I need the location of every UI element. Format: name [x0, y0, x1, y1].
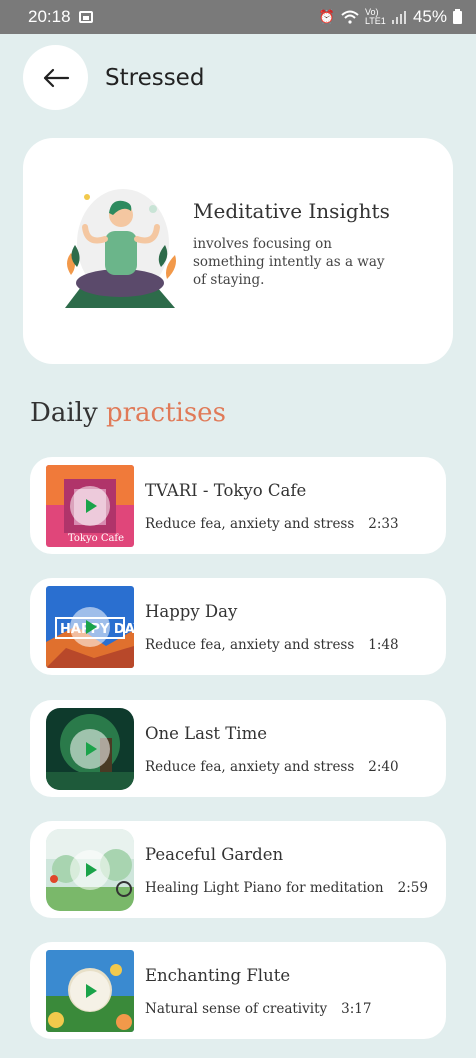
- track-duration: 2:40: [368, 759, 399, 775]
- play-button[interactable]: [70, 850, 110, 890]
- status-time: 20:18: [28, 7, 71, 26]
- track-duration: 3:17: [341, 1001, 372, 1017]
- play-icon: [86, 620, 97, 634]
- track-thumbnail: HAPPY DAY: [46, 586, 134, 668]
- track-meta: Reduce fea, anxiety and stress 2:40: [145, 759, 399, 775]
- track-title: One Last Time: [145, 724, 267, 743]
- battery-percent: 45%: [412, 7, 447, 26]
- arrow-left-icon: [43, 68, 69, 87]
- track-title: Happy Day: [145, 602, 238, 621]
- track-meta: Reduce fea, anxiety and stress 1:48: [145, 637, 399, 653]
- track-thumbnail: [46, 708, 134, 790]
- track-meta: Healing Light Piano for meditation 2:59: [145, 880, 428, 896]
- track-duration: 2:59: [397, 880, 428, 896]
- track-subtitle: Reduce fea, anxiety and stress: [145, 516, 355, 532]
- status-bar: 20:18 ⏰ Vo) LTE1 45%: [0, 0, 476, 34]
- track-card[interactable]: Tokyo Cafe TVARI - Tokyo Cafe Reduce fea…: [30, 457, 446, 554]
- track-meta: Natural sense of creativity 3:17: [145, 1001, 371, 1017]
- track-subtitle: Natural sense of creativity: [145, 1001, 328, 1017]
- insight-card[interactable]: Meditative Insights involves focusing on…: [23, 138, 453, 364]
- header: Stressed: [23, 45, 204, 110]
- track-duration: 2:33: [368, 516, 399, 532]
- play-icon: [86, 984, 97, 998]
- play-icon: [86, 742, 97, 756]
- insight-description: involves focusing on something intently …: [193, 236, 385, 288]
- play-icon: [86, 863, 97, 877]
- back-button[interactable]: [23, 45, 88, 110]
- battery-icon: [453, 8, 462, 24]
- track-subtitle: Reduce fea, anxiety and stress: [145, 759, 355, 775]
- track-thumbnail: Tokyo Cafe: [46, 465, 134, 547]
- play-button[interactable]: [70, 729, 110, 769]
- track-card[interactable]: One Last Time Reduce fea, anxiety and st…: [30, 700, 446, 797]
- track-subtitle: Healing Light Piano for meditation: [145, 880, 384, 896]
- section-title-accent: practises: [105, 398, 226, 428]
- svg-text:Tokyo Cafe: Tokyo Cafe: [68, 533, 124, 544]
- play-button[interactable]: [70, 971, 110, 1011]
- insight-title: Meditative Insights: [193, 199, 390, 223]
- track-card[interactable]: Enchanting Flute Natural sense of creati…: [30, 942, 446, 1039]
- track-duration: 1:48: [368, 637, 399, 653]
- signal-icon: [391, 11, 406, 24]
- gallery-icon: [78, 11, 93, 23]
- meditation-illustration: [65, 189, 176, 308]
- section-title-plain: Daily: [30, 398, 98, 428]
- network-label: Vo) LTE1: [364, 7, 386, 26]
- section-title: Daily practises: [30, 398, 226, 428]
- track-card[interactable]: HAPPY DAY Happy Day Reduce fea, anxiety …: [30, 578, 446, 675]
- play-icon: [86, 499, 97, 513]
- play-button[interactable]: [70, 486, 110, 526]
- alarm-icon: ⏰: [318, 9, 335, 24]
- page-title: Stressed: [105, 64, 205, 91]
- track-title: Enchanting Flute: [145, 966, 291, 985]
- wifi-icon: [341, 10, 359, 24]
- play-button[interactable]: [70, 607, 110, 647]
- track-subtitle: Reduce fea, anxiety and stress: [145, 637, 355, 653]
- track-thumbnail: [46, 950, 134, 1032]
- track-title: TVARI - Tokyo Cafe: [145, 481, 307, 500]
- track-title: Peaceful Garden: [145, 845, 284, 864]
- track-thumbnail: [46, 829, 134, 911]
- track-card[interactable]: Peaceful Garden Healing Light Piano for …: [30, 821, 446, 918]
- track-meta: Reduce fea, anxiety and stress 2:33: [145, 516, 399, 532]
